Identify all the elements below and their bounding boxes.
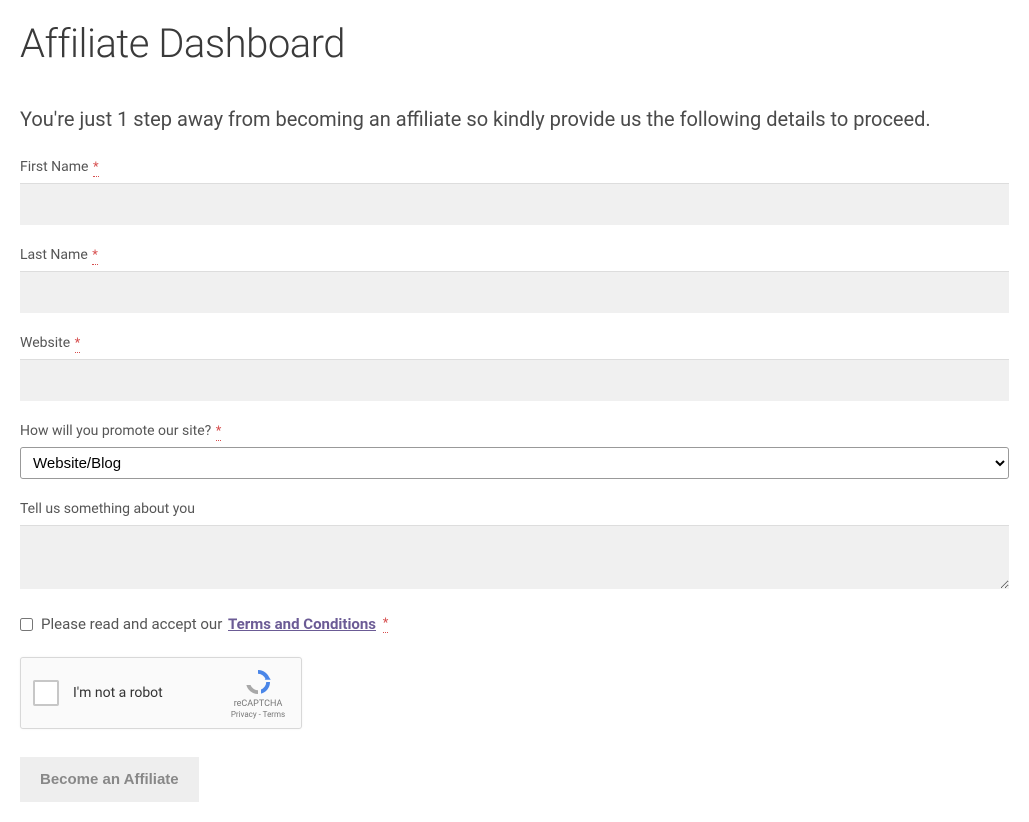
first-name-group: First Name * [20, 159, 1009, 225]
website-group: Website * [20, 335, 1009, 401]
about-group: Tell us something about you [20, 501, 1009, 593]
last-name-input[interactable] [20, 271, 1009, 313]
recaptcha-badge: reCAPTCHA Privacy - Terms [227, 667, 289, 719]
first-name-label: First Name * [20, 159, 1009, 175]
required-icon: * [383, 616, 389, 633]
about-label-text: Tell us something about you [20, 501, 195, 517]
website-label-text: Website [20, 335, 70, 351]
promote-label-text: How will you promote our site? [20, 423, 211, 439]
last-name-group: Last Name * [20, 247, 1009, 313]
website-input[interactable] [20, 359, 1009, 401]
first-name-label-text: First Name [20, 159, 88, 175]
promote-label: How will you promote our site? * [20, 423, 1009, 439]
promote-group: How will you promote our site? * Website… [20, 423, 1009, 479]
last-name-label: Last Name * [20, 247, 1009, 263]
terms-row: Please read and accept our Terms and Con… [20, 615, 1009, 633]
promote-select[interactable]: Website/Blog [20, 447, 1009, 479]
recaptcha-links: Privacy - Terms [231, 710, 285, 719]
about-textarea[interactable] [20, 525, 1009, 589]
terms-checkbox[interactable] [20, 618, 33, 631]
terms-link[interactable]: Terms and Conditions [228, 615, 376, 633]
required-icon: * [75, 336, 81, 353]
last-name-label-text: Last Name [20, 247, 88, 263]
recaptcha-brand: reCAPTCHA [234, 699, 283, 710]
intro-text: You're just 1 step away from becoming an… [20, 107, 1009, 131]
page-title: Affiliate Dashboard [20, 20, 1009, 67]
first-name-input[interactable] [20, 183, 1009, 225]
recaptcha-icon [243, 667, 273, 697]
recaptcha-widget: I'm not a robot reCAPTCHA Privacy - Term… [20, 657, 302, 729]
submit-button[interactable]: Become an Affiliate [20, 757, 199, 802]
recaptcha-label: I'm not a robot [73, 685, 227, 701]
about-label: Tell us something about you [20, 501, 1009, 517]
required-icon: * [93, 160, 99, 177]
terms-prefix: Please read and accept our [41, 615, 222, 633]
required-icon: * [216, 424, 222, 441]
website-label: Website * [20, 335, 1009, 351]
required-icon: * [92, 248, 98, 265]
recaptcha-checkbox[interactable] [33, 680, 59, 706]
